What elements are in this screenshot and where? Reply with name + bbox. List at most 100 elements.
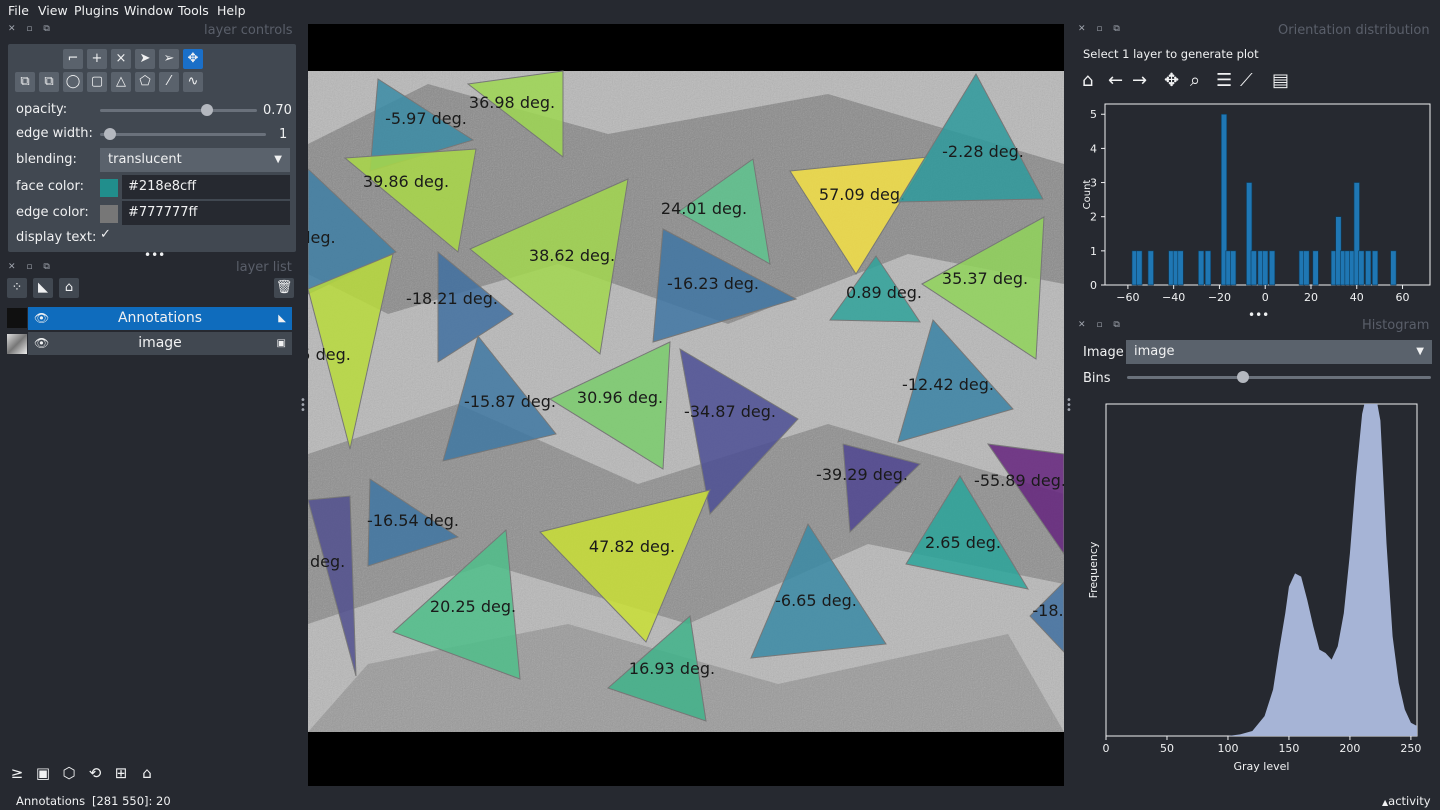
zoom-icon[interactable]: ⌕: [1190, 70, 1200, 91]
opacity-slider[interactable]: [100, 109, 257, 112]
opacity-slider-handle[interactable]: [201, 104, 213, 116]
face-color-input[interactable]: #218e8cff: [122, 175, 290, 199]
activity-button[interactable]: ▲activity: [1382, 794, 1431, 808]
annotation-label: 24.01 deg.: [661, 199, 747, 218]
orientation-panel-title: Orientation distribution: [1278, 23, 1430, 38]
annotation-label: .15 deg.: [308, 345, 351, 364]
annotation-label: -6.65 deg.: [775, 591, 857, 610]
select-vertex-icon[interactable]: ➢: [159, 49, 179, 69]
ndisplay-square-icon[interactable]: ▣: [32, 762, 54, 784]
menu-tools[interactable]: Tools: [178, 3, 209, 18]
annotation-label: 20.25 deg.: [430, 597, 516, 616]
layer-list-dock-buttons[interactable]: ✕ ▫ ⧉: [8, 262, 54, 272]
home-icon[interactable]: ⌂: [1082, 70, 1093, 91]
bins-slider[interactable]: [1127, 376, 1431, 379]
x-tick-label: 0: [1262, 291, 1269, 304]
edit-axis-icon[interactable]: ⟋: [1240, 70, 1253, 91]
image-select[interactable]: image ▼: [1126, 340, 1432, 364]
display-text-label: display text:: [16, 230, 97, 245]
home-reset-icon[interactable]: ⌂: [136, 762, 158, 784]
menu-file[interactable]: File: [8, 3, 29, 18]
eye-icon[interactable]: 👁: [34, 307, 49, 330]
opacity-value: 0.70: [263, 103, 292, 118]
layer-row-image[interactable]: 👁 image ▣: [28, 332, 292, 355]
3d-cube-icon[interactable]: ⬡: [58, 762, 80, 784]
new-points-layer-icon[interactable]: ⁘: [7, 278, 27, 298]
annotation-label: 0.89 deg.: [846, 283, 922, 302]
right-splitter-handle[interactable]: • • •: [1066, 396, 1072, 416]
select-shape-icon[interactable]: ➤: [135, 49, 155, 69]
menu-help[interactable]: Help: [217, 3, 246, 18]
edge-width-slider[interactable]: [100, 133, 266, 136]
x-tick-label: 40: [1350, 291, 1364, 304]
select-vertex-remove-icon[interactable]: ⌐: [63, 49, 83, 69]
bins-slider-handle[interactable]: [1236, 371, 1249, 383]
face-color-swatch[interactable]: [100, 179, 118, 197]
left-splitter-handle[interactable]: • • •: [300, 396, 306, 416]
new-labels-layer-icon[interactable]: ⌂: [59, 278, 79, 298]
annotation-label: 39.86 deg.: [363, 172, 449, 191]
status-layer: Annotations: [16, 794, 86, 808]
blending-select[interactable]: translucent ▼: [100, 148, 290, 172]
edge-width-slider-handle[interactable]: [104, 128, 116, 140]
pan-icon[interactable]: ✥: [1164, 70, 1179, 91]
splitter-handle[interactable]: •••: [144, 248, 165, 262]
delete-layer-icon[interactable]: 🗑: [274, 278, 294, 298]
line-icon[interactable]: ⁄: [159, 72, 179, 92]
plot-toolbar: ⌂ ← → ✥ ⌕ ☰ ⟋ ▤: [1082, 70, 1302, 94]
y-axis-label: Count: [1082, 180, 1093, 210]
layer-row-annotations[interactable]: 👁 Annotations ◣: [28, 307, 292, 330]
blending-label: blending:: [16, 152, 77, 167]
move-front-icon[interactable]: ⧉: [15, 72, 35, 92]
move-back-icon[interactable]: ⧉: [39, 72, 59, 92]
histogram-bar: [1230, 250, 1237, 286]
viewer-canvas[interactable]: -5.97 deg. 36.98 deg. 39.86 deg. 38.62 deg.…: [308, 24, 1064, 786]
layer-thumbnail-image: [7, 334, 27, 354]
x-tick-label: −40: [1162, 291, 1185, 304]
menu-window[interactable]: Window: [124, 3, 173, 18]
roll-dims-icon[interactable]: ⟲: [84, 762, 106, 784]
rectangle-icon[interactable]: ▢: [87, 72, 107, 92]
configure-icon[interactable]: ☰: [1216, 70, 1232, 91]
path-icon[interactable]: ∿: [183, 72, 203, 92]
x-tick-label: 0: [1103, 742, 1110, 755]
annotation-label: 2.65 deg.: [925, 533, 1001, 552]
splitter-handle-right[interactable]: •••: [1248, 308, 1269, 322]
back-icon[interactable]: ←: [1108, 70, 1123, 91]
annotation-canvas-svg[interactable]: -5.97 deg.36.98 deg. 39.86 deg. 38.62 deg.…: [308, 24, 1064, 786]
histogram-bar: [1147, 250, 1154, 286]
orientation-dock-buttons[interactable]: ✕ ▫ ⧉: [1078, 24, 1124, 34]
edge-color-input[interactable]: #777777ff: [122, 201, 290, 225]
annotation-label: -39.29 deg.: [816, 465, 908, 484]
menu-view[interactable]: View: [38, 3, 68, 18]
menu-plugins[interactable]: Plugins: [74, 3, 119, 18]
image-layer-icon: ▣: [276, 338, 286, 349]
triangle-icon[interactable]: △: [111, 72, 131, 92]
histogram-bar: [1390, 250, 1397, 286]
add-vertex-icon[interactable]: +: [87, 49, 107, 69]
annotation-label: -16.54 deg.: [367, 511, 459, 530]
new-shapes-layer-icon[interactable]: ◣: [33, 278, 53, 298]
annotation-label: 47.82 deg.: [589, 537, 675, 556]
grid-view-icon[interactable]: ⊞: [110, 762, 132, 784]
forward-icon[interactable]: →: [1132, 70, 1147, 91]
histogram-bar: [1250, 250, 1257, 286]
eye-icon[interactable]: 👁: [34, 332, 49, 355]
x-tick-label: 250: [1400, 742, 1421, 755]
save-icon[interactable]: ▤: [1272, 70, 1289, 91]
histogram-bar: [1204, 250, 1212, 286]
pan-zoom-icon[interactable]: ✥: [183, 49, 203, 69]
console-icon[interactable]: ≥: [6, 762, 28, 784]
gray-level-histogram: 0 50 100 150 200 250 Gray level Frequency: [1087, 403, 1421, 773]
histogram-dock-buttons[interactable]: ✕ ▫ ⧉: [1078, 320, 1124, 330]
menu-bar: File View Plugins Window Tools Help: [0, 0, 1440, 22]
edge-color-swatch[interactable]: [100, 205, 118, 223]
polygon-icon[interactable]: ⬠: [135, 72, 155, 92]
ellipse-icon[interactable]: ◯: [63, 72, 83, 92]
delete-shape-icon[interactable]: ×: [111, 49, 131, 69]
dock-buttons[interactable]: ✕ ▫ ⧉: [8, 24, 54, 34]
histogram-panel-title: Histogram: [1362, 318, 1430, 333]
layer-name: Annotations: [117, 310, 203, 326]
display-text-checkbox[interactable]: ✓: [100, 228, 114, 242]
face-color-label: face color:: [16, 179, 84, 194]
